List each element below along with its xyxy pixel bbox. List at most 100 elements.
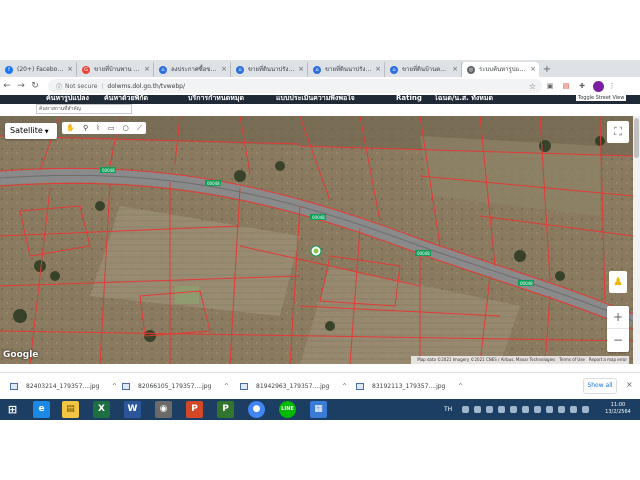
close-tab-icon[interactable]: × [144, 62, 150, 77]
internet-explorer-icon[interactable]: e [33, 401, 50, 418]
satellite-map[interactable]: 00048 00048 00048 00048 00048 Satellite ▼… [0, 116, 633, 364]
close-tab-icon[interactable]: × [221, 62, 227, 77]
street-view-toggle[interactable]: Toggle Street View [576, 95, 627, 101]
close-icon[interactable]: × [626, 380, 633, 389]
map-type-control[interactable]: Satellite ▼ [5, 123, 57, 139]
close-tab-icon[interactable]: × [452, 62, 458, 77]
browser-tab[interactable]: G ขายที่บ้านพาน ตะเคียน × [77, 62, 154, 77]
nav-item[interactable]: แบบประเมินความพึงพอใจ [276, 95, 355, 102]
chevron-up-icon[interactable]: ^ [342, 380, 347, 394]
extension-icon[interactable]: ▣ [542, 79, 558, 93]
image-file-icon [122, 383, 130, 390]
nav-item[interactable]: บริการกำหนดหมุด [188, 95, 244, 102]
browser-tab[interactable]: ⌂ ขายที่ดินบ้านตะพาน × [385, 62, 462, 77]
map-attribution: Map data ©2021 Imagery ©2021 CNES / Airb… [411, 356, 629, 364]
reload-icon[interactable]: ↻ [28, 79, 42, 93]
close-tab-icon[interactable]: × [530, 62, 536, 77]
info-icon[interactable]: ⓘ [56, 82, 62, 91]
download-item[interactable]: 81942963_179357....jpg ^ [240, 380, 347, 394]
project-icon[interactable]: P [217, 401, 234, 418]
download-filename: 81942963_179357....jpg [256, 383, 330, 390]
measure-icon[interactable]: ⟋ [137, 124, 142, 133]
zoom-out-button[interactable]: − [607, 329, 629, 352]
terms-link[interactable]: Terms of Use [559, 357, 585, 362]
place-search-input[interactable]: ค้นหาสถานที่สำคัญ [36, 104, 132, 114]
photos-icon[interactable]: ▦ [310, 401, 327, 418]
download-item[interactable]: 82066105_179357....jpg ^ [122, 380, 229, 394]
windows-start-icon[interactable]: ⊞ [4, 401, 21, 418]
powerpoint-icon[interactable]: P [186, 401, 203, 418]
zoom-control: + − [607, 306, 629, 352]
browser-tab[interactable]: ⌂ ลงประกาศซื้อขายที่ดิน × [154, 62, 231, 77]
tray-app-icon[interactable] [534, 406, 541, 413]
pdf-extension-icon[interactable]: ▤ [558, 79, 574, 93]
puzzle-icon[interactable]: ✚ [574, 79, 590, 93]
close-tab-icon[interactable]: × [298, 62, 304, 77]
chevron-up-icon[interactable]: ^ [224, 380, 229, 394]
excel-icon[interactable]: X [93, 401, 110, 418]
browser-tab[interactable]: f (20+) Facebook × [0, 62, 77, 77]
browser-tab[interactable]: ⌂ ขายที่ดินนาปรัง ตัวโค้ง × [231, 62, 308, 77]
browser-toolbar: ← → ↻ ⓘ Not secure | dolwms.dol.go.th/tv… [0, 77, 640, 95]
bookmark-star-icon[interactable]: ☆ [529, 82, 536, 91]
hand-icon[interactable]: ✋ [66, 124, 75, 132]
zoom-in-button[interactable]: + [607, 306, 629, 329]
browser-tab[interactable]: ⌂ ขายที่ดินนาปรัง ตัวโค้ง × [308, 62, 385, 77]
new-tab-button[interactable]: + [539, 62, 555, 77]
chevron-up-icon[interactable]: ^ [458, 380, 463, 394]
fullscreen-icon[interactable]: ⛶ [607, 121, 629, 143]
report-error-link[interactable]: Report a map error [589, 357, 627, 362]
polyline-icon[interactable]: ⌇ [96, 124, 99, 132]
scrollbar-thumb[interactable] [634, 118, 639, 158]
tray-app-icon[interactable] [486, 406, 493, 413]
download-item[interactable]: 83192113_179357....jpg ^ [356, 380, 463, 394]
download-filename: 82403214_179357....jpg [26, 383, 100, 390]
marker-icon[interactable]: ⚲ [83, 124, 88, 132]
language-indicator[interactable]: TH [444, 406, 452, 413]
tray-app-icon[interactable] [546, 406, 553, 413]
disk-icon[interactable]: ◉ [155, 401, 172, 418]
back-arrow-icon[interactable]: ← [0, 79, 14, 93]
nav-item[interactable]: ค้นหาด้วยพิกัด [104, 95, 148, 102]
globe-icon: ◎ [467, 66, 475, 74]
tab-label: ขายที่ดินนาปรัง ตัวโค้ง [248, 66, 295, 73]
browser-tab-active[interactable]: ◎ ระบบค้นหารูปแปลงที่ดิน × [462, 62, 539, 77]
tab-label: ระบบค้นหารูปแปลงที่ดิน [479, 66, 527, 73]
rectangle-icon[interactable]: ▭ [108, 124, 115, 132]
tray-app-icon[interactable] [510, 406, 517, 413]
address-bar[interactable]: ⓘ Not secure | dolwms.dol.go.th/tvwebp/ … [48, 79, 542, 93]
nav-item[interactable]: โฉนด/น.ส. ทั้งหมด [434, 95, 493, 102]
file-explorer-icon[interactable]: ▤ [62, 401, 79, 418]
home-icon: ⌂ [313, 66, 321, 74]
word-icon[interactable]: W [124, 401, 141, 418]
show-all-downloads-button[interactable]: Show all [583, 378, 617, 394]
nav-item[interactable]: Rating [396, 95, 422, 102]
menu-dots-icon[interactable]: ⋮ [604, 79, 620, 93]
line-icon[interactable]: LINE [279, 401, 296, 418]
avatar[interactable] [593, 80, 604, 92]
tray-app-icon[interactable] [498, 406, 505, 413]
tray-app-icon[interactable] [474, 406, 481, 413]
download-filename: 83192113_179357....jpg [372, 383, 446, 390]
network-icon[interactable] [570, 406, 577, 413]
tray-app-icon[interactable] [522, 406, 529, 413]
chevron-up-icon[interactable]: ^ [112, 380, 117, 394]
close-tab-icon[interactable]: × [375, 62, 381, 77]
home-icon: ⌂ [390, 66, 398, 74]
clock[interactable]: 11:00 13/2/2564 [598, 402, 638, 416]
close-tab-icon[interactable]: × [67, 62, 73, 77]
chrome-icon[interactable]: ● [248, 401, 265, 418]
tab-label: ลงประกาศซื้อขายที่ดิน [171, 66, 218, 73]
tray-app-icon[interactable] [558, 406, 565, 413]
page-scrollbar[interactable] [633, 116, 640, 364]
circle-icon[interactable]: ○ [123, 124, 129, 132]
location-marker-icon[interactable] [310, 245, 322, 257]
nav-item[interactable]: ค้นหารูปแปลง [46, 95, 89, 102]
road-label: 00048 [207, 181, 220, 186]
pegman-icon[interactable]: ♟ [609, 271, 627, 293]
chevron-up-icon[interactable] [462, 406, 469, 413]
forward-arrow-icon[interactable]: → [14, 79, 28, 93]
volume-icon[interactable] [582, 406, 589, 413]
security-label: Not secure [65, 82, 98, 90]
download-item[interactable]: 82403214_179357....jpg ^ [10, 380, 117, 394]
